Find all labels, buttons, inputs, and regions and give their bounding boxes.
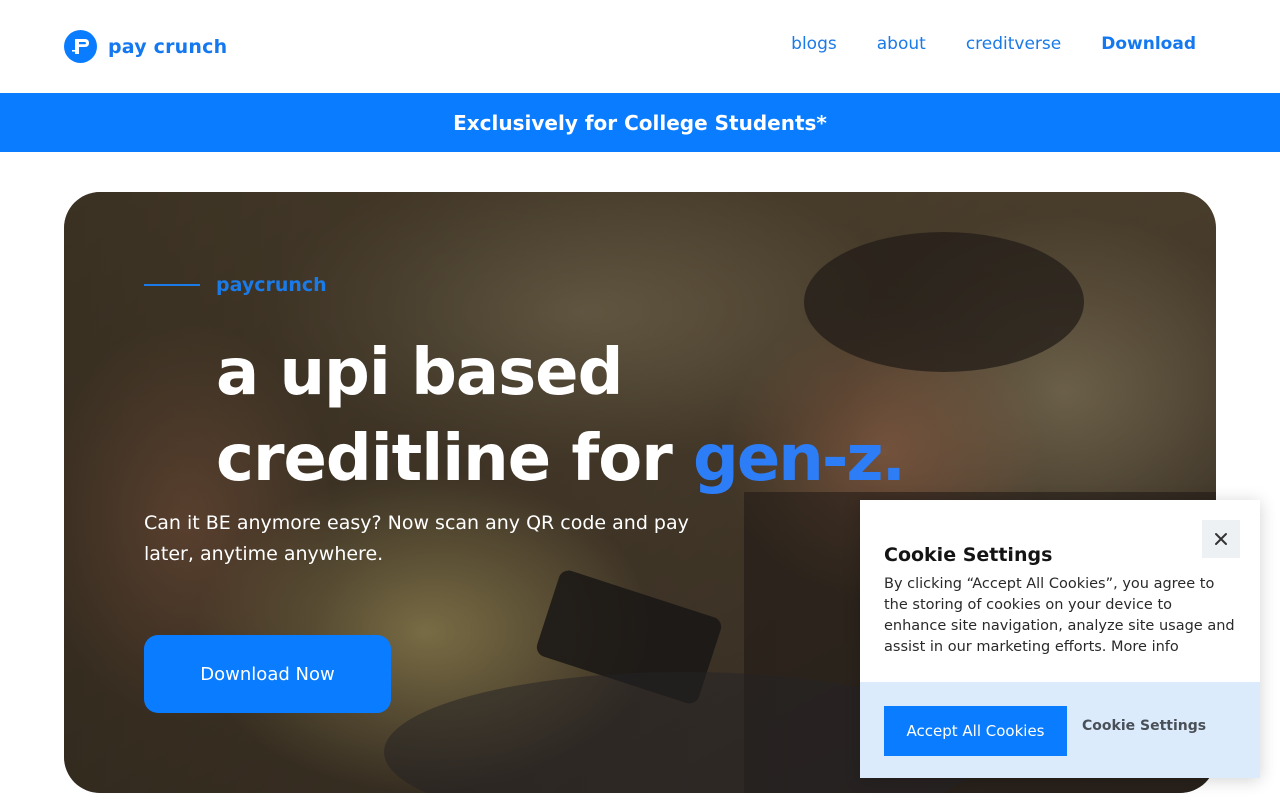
nav-link-creditverse[interactable]: creditverse <box>966 34 1061 54</box>
nav-link-blogs[interactable]: blogs <box>791 34 837 54</box>
logo[interactable]: pay crunch <box>64 30 227 63</box>
cookie-actions: Accept All Cookies Cookie Settings <box>860 682 1260 778</box>
headline-line-2: creditline for <box>216 422 694 496</box>
download-now-button[interactable]: Download Now <box>144 635 391 713</box>
close-icon <box>1215 533 1227 545</box>
nav-link-download[interactable]: Download <box>1101 34 1196 54</box>
brand-name: pay crunch <box>108 35 228 58</box>
headline-line-1: a upi based <box>216 336 623 410</box>
hero-eyebrow: paycrunch <box>144 274 327 296</box>
cookie-more-info-link[interactable]: More info <box>1111 639 1179 655</box>
cookie-title: Cookie Settings <box>884 544 1053 566</box>
main-nav: blogs about creditverse Download <box>791 34 1196 54</box>
hero-headline: a upi based creditline for gen-z. <box>216 330 906 502</box>
eyebrow-line <box>144 284 200 286</box>
promo-banner-text: Exclusively for College Students* <box>453 110 827 135</box>
promo-banner: Exclusively for College Students* <box>0 93 1280 152</box>
cookie-settings-button[interactable]: Cookie Settings <box>1082 718 1206 734</box>
cookie-body: By clicking “Accept All Cookies”, you ag… <box>884 574 1236 658</box>
hero-subtext: Can it BE anymore easy? Now scan any QR … <box>144 512 689 565</box>
headline-accent: gen-z. <box>693 422 906 496</box>
site-header: pay crunch blogs about creditverse Downl… <box>0 0 1280 93</box>
cookie-settings-dialog: Cookie Settings By clicking “Accept All … <box>860 500 1260 778</box>
cookie-body-text: By clicking “Accept All Cookies”, you ag… <box>884 576 1235 655</box>
cookie-close-button[interactable] <box>1202 520 1240 558</box>
paycrunch-logo-icon <box>64 30 97 63</box>
accept-all-cookies-button[interactable]: Accept All Cookies <box>884 706 1067 756</box>
eyebrow-text: paycrunch <box>216 274 327 296</box>
nav-link-about[interactable]: about <box>877 34 926 54</box>
